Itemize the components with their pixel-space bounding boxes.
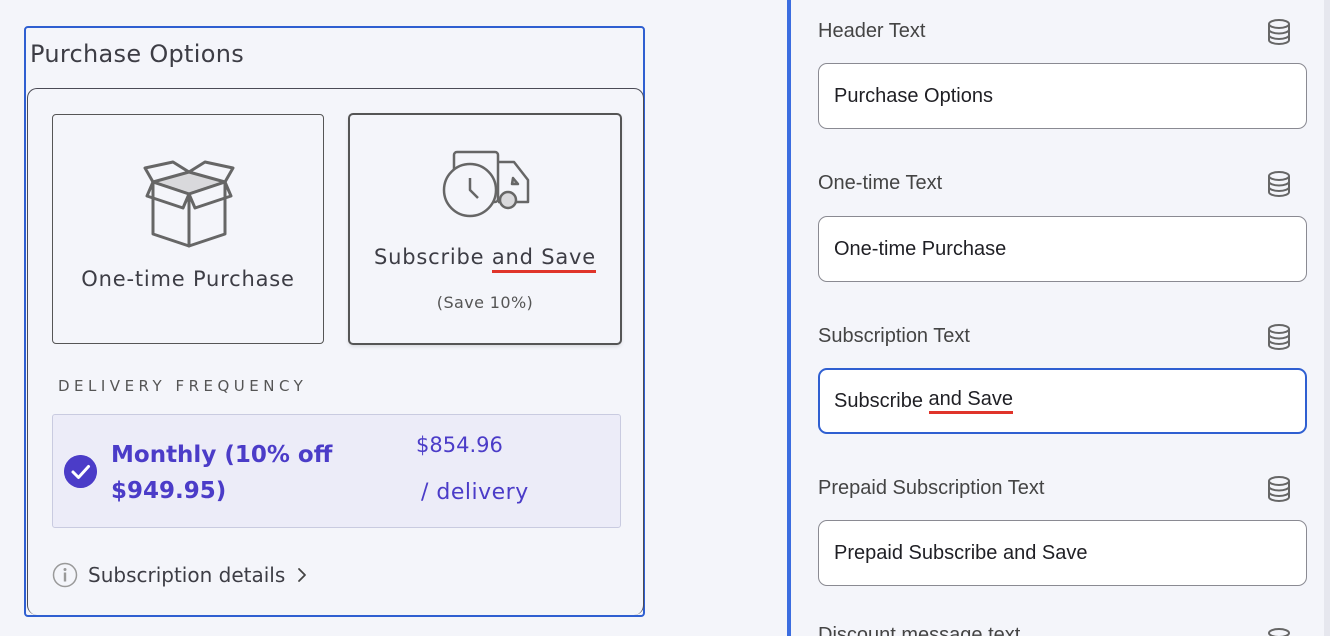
check-circle-icon [64,455,97,488]
info-icon [52,562,78,588]
field-label-discount-message-text: Discount message text [818,624,1021,636]
subscribe-and-save-option[interactable]: Subscribe and Save (Save 10%) [349,114,621,344]
field-label-prepaid-subscription-text: Prepaid Subscription Text [818,477,1045,499]
purchase-options-widget[interactable]: Purchase Options One-time Purchase Subsc… [24,26,645,617]
frequency-name: Monthly (10% off $949.95) [111,442,333,504]
frequency-per-delivery: / delivery [421,480,529,505]
field-label-header-text: Header Text [818,20,926,42]
one-time-purchase-option[interactable]: One-time Purchase [52,114,324,344]
frequency-price: $854.96 [416,433,503,457]
purchase-options-card: One-time Purchase Subscribe and Save (Sa… [27,88,644,615]
subscription-details-text: Subscription details [88,563,286,587]
subscribe-and-save-label: Subscribe and Save [350,245,620,273]
database-icon[interactable] [1267,171,1291,197]
subscription-details-link[interactable]: Subscription details [52,561,309,589]
save-percent-label: (Save 10%) [436,293,534,312]
settings-panel: Header Text Purchase Options One-time Te… [791,0,1330,636]
prepaid-subscription-text-input[interactable]: Prepaid Subscribe and Save [818,520,1307,586]
field-label-subscription-text: Subscription Text [818,325,970,347]
chevron-right-icon [298,568,307,582]
frequency-option-monthly[interactable]: Monthly (10% off $949.95) $854.96 / deli… [52,414,621,528]
database-icon[interactable] [1267,19,1291,45]
box-icon [143,160,235,248]
scrollbar[interactable] [1324,0,1330,636]
widget-preview: Purchase Options One-time Purchase Subsc… [0,0,787,636]
subscription-text-input[interactable]: Subscribe and Save [818,368,1307,434]
database-icon[interactable] [1267,476,1291,502]
database-icon[interactable] [1267,628,1291,636]
widget-title: Purchase Options [30,40,245,68]
one-time-text-input[interactable]: One-time Purchase [818,216,1307,282]
database-icon[interactable] [1267,324,1291,350]
one-time-purchase-label: One-time Purchase [81,267,295,291]
delivery-truck-clock-icon [442,150,530,218]
delivery-frequency-heading: DELIVERY FREQUENCY [58,377,308,395]
field-label-one-time-text: One-time Text [818,172,943,194]
header-text-input[interactable]: Purchase Options [818,63,1307,129]
spellcheck-underline: and Save [491,245,596,273]
spellcheck-underline: and Save [928,388,1014,414]
